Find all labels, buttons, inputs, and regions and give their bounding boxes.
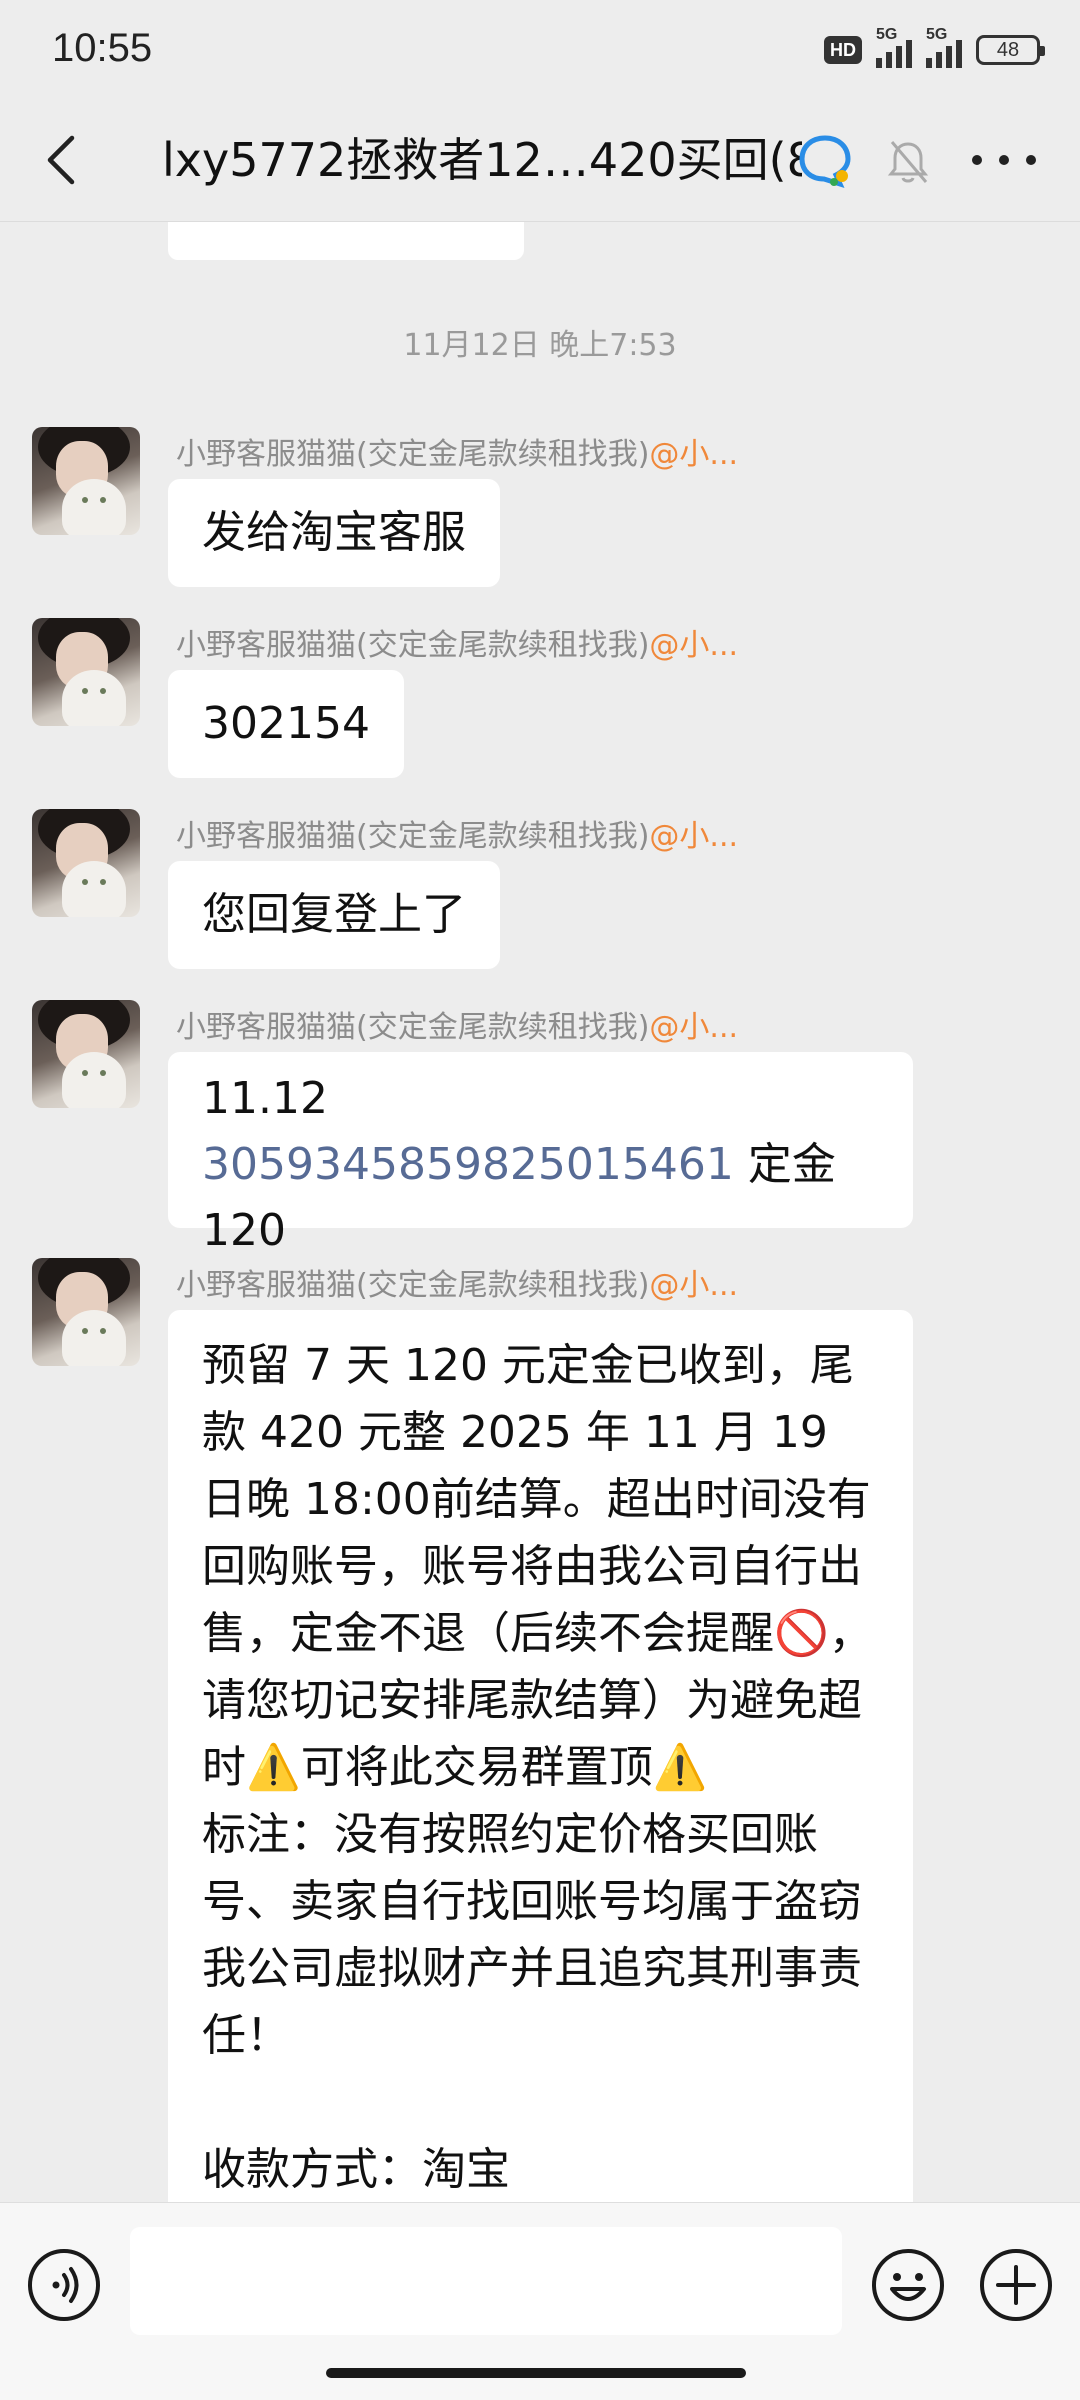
signal-strength-icon: 5G [876,26,912,68]
status-indicators: HD 5G 5G 48 [824,26,1045,72]
more-options-button[interactable] [972,136,1036,184]
bell-muted-icon [886,138,930,186]
group-chat-icon[interactable] [796,132,854,190]
avatar[interactable] [32,427,140,535]
battery-icon: 48 [976,35,1045,65]
hd-voice-badge: HD [824,36,862,64]
avatar[interactable] [32,1258,140,1366]
plus-icon [980,2249,1052,2321]
message-bubble[interactable]: 发给淘宝客服 [168,479,500,587]
message-bubble[interactable]: 预留 7 天 120 元定金已收到，尾款 420 元整 2025 年 11 月 … [168,1310,913,2202]
voice-icon [28,2249,100,2321]
previous-message-bubble[interactable] [168,222,524,260]
chat-title[interactable]: lxy5772拯救者12…420买回(8) [162,130,802,190]
message-input[interactable] [130,2227,842,2335]
emoji-button[interactable] [870,2247,946,2323]
battery-level: 48 [996,38,1020,61]
plus-button[interactable] [978,2247,1054,2323]
sender-mention: @小... [649,1268,739,1303]
order-number-link[interactable]: 3059345859825015461 [202,1139,734,1190]
chat-timestamp: 11月12日 晚上7:53 [403,328,677,363]
message-line: 11.12 [202,1073,328,1124]
message-bubble[interactable]: 您回复登上了 [168,861,500,969]
home-indicator[interactable] [326,2368,746,2378]
network-type-label-2: 5G [926,26,948,43]
chat-header: lxy5772拯救者12…420买回(8) [0,100,1080,222]
sender-name: 小野客服猫猫(交定金尾款续租找我)@小... [176,1010,739,1045]
sender-name: 小野客服猫猫(交定金尾款续租找我)@小... [176,628,739,663]
voice-button[interactable] [26,2247,102,2323]
avatar[interactable] [32,618,140,726]
sender-mention: @小... [649,819,739,854]
emoji-icon [872,2249,944,2321]
message-bubble[interactable]: 11.12 3059345859825015461 定金 120 [168,1052,913,1256]
chevron-left-icon [47,135,75,185]
sender-name: 小野客服猫猫(交定金尾款续租找我)@小... [176,437,739,472]
status-bar: 10:55 HD 5G 5G 48 [0,0,1080,100]
message-line: 3059345859825015461 定金 120 [202,1139,836,1256]
avatar[interactable] [32,809,140,917]
message-bubble[interactable]: 302154 [168,670,404,778]
sender-name: 小野客服猫猫(交定金尾款续租找我)@小... [176,1268,739,1303]
sender-name: 小野客服猫猫(交定金尾款续租找我)@小... [176,819,739,854]
back-button[interactable] [30,128,90,192]
sender-mention: @小... [649,1010,739,1045]
network-type-label: 5G [876,26,898,43]
status-time: 10:55 [52,26,153,70]
more-dots-icon [972,155,982,165]
sender-mention: @小... [649,628,739,663]
sender-mention: @小... [649,437,739,472]
message-list[interactable]: 11月12日 晚上7:53 小野客服猫猫(交定金尾款续租找我)@小... 发给淘… [0,222,1080,2202]
avatar[interactable] [32,1000,140,1108]
signal-strength-icon-2: 5G [926,26,962,68]
